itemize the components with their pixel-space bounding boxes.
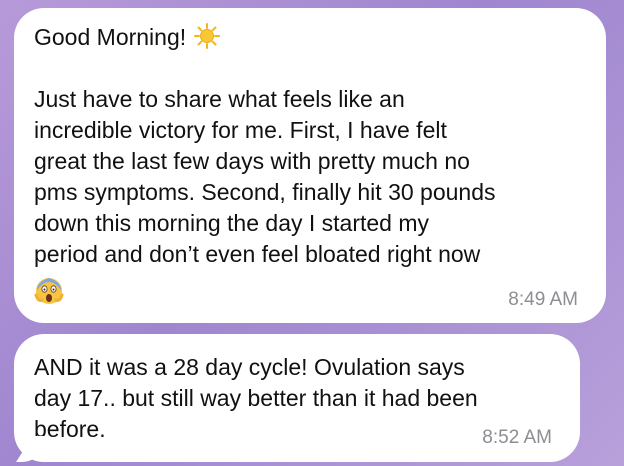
- message-body: Just have to share what feels like an in…: [34, 86, 496, 267]
- message-bubble-2[interactable]: AND it was a 28 day cycle! Ovulation say…: [14, 334, 580, 462]
- sun-icon: [194, 23, 221, 49]
- message-bubble-1[interactable]: Good Morning! Just have to share what fe…: [14, 8, 606, 323]
- message-text: Good Morning! Just have to share what fe…: [34, 22, 594, 270]
- message-timestamp: 8:49 AM: [508, 289, 578, 310]
- greeting-text: Good Morning!: [34, 24, 187, 50]
- screaming-face-icon: [34, 276, 64, 306]
- message-timestamp: 8:52 AM: [482, 427, 552, 448]
- bubble-tail: [16, 436, 44, 462]
